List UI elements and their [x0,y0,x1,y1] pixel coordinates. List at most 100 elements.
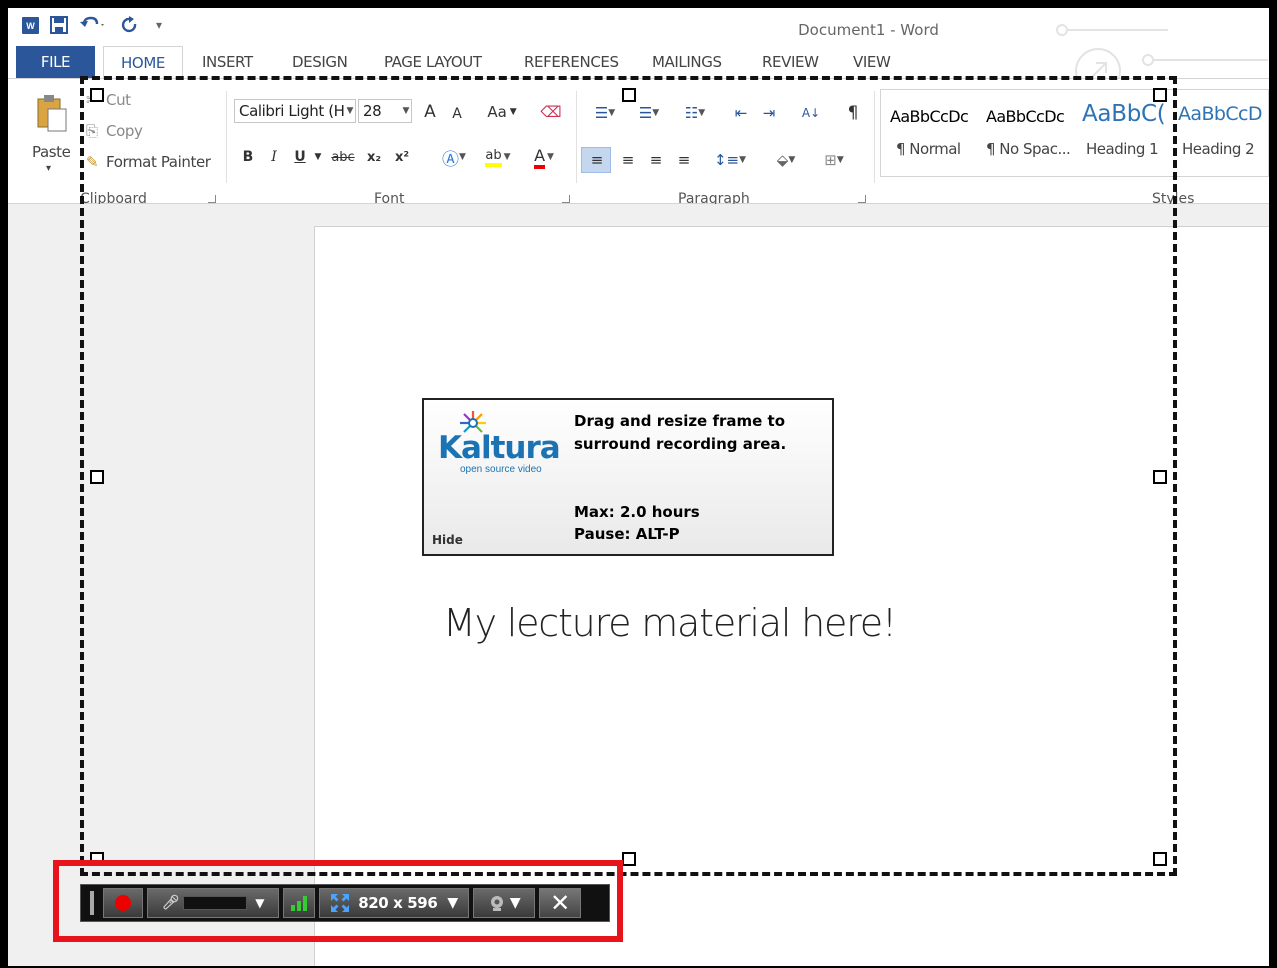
separator [874,91,875,183]
style-no-spacing-name: ¶ No Spac... [986,140,1071,158]
line-spacing-icon[interactable]: ↕≡ ▼ [708,147,752,173]
microphone-icon: 🎤︎ [161,895,180,911]
kaltura-info-panel: Kaltura open source video Drag and resiz… [422,398,834,556]
ribbon-tabs: FILE HOME INSERT DESIGN PAGE LAYOUT REFE… [8,46,1269,78]
clipboard-launcher-icon[interactable] [208,195,216,203]
resize-handle-bottom-right[interactable] [1153,852,1167,866]
chevron-down-icon: ▼ [509,107,517,117]
justify-icon[interactable]: ≡ [670,147,698,173]
title-bar: W ▾ Document1 - Word [8,8,1269,86]
document-page[interactable]: My lecture material here! [314,226,1269,966]
chevron-down-icon: ▼ [402,106,409,116]
close-icon: ✕ [550,889,570,917]
style-heading1-preview[interactable]: AaBbC( [1082,101,1166,127]
microphone-select[interactable]: 🎤︎ ▼ [147,888,279,918]
hide-link[interactable]: Hide [432,533,463,547]
chevron-down-icon: ▼ [346,106,353,116]
sort-icon[interactable]: A↓ [798,101,824,125]
superscript-button[interactable]: x² [390,145,414,169]
format-painter-icon: ✎ [86,153,99,171]
webcam-select[interactable]: ▼ [473,888,535,918]
grip-icon [90,891,94,915]
separator [226,91,227,183]
copy-icon: ⎘ [86,122,98,140]
separator [576,91,577,183]
strikethrough-button[interactable]: abc [328,145,358,169]
instructions-line-2: surround recording area. [574,435,787,453]
underline-button[interactable]: U [290,145,310,169]
chevron-down-icon: ▼ [255,896,265,910]
clear-formatting-icon[interactable]: ⌫ [538,99,564,125]
drag-grip-handle[interactable] [85,888,99,918]
paste-icon[interactable] [36,93,68,133]
change-case-label: Aa [487,103,507,121]
resize-handle-top[interactable] [622,88,636,102]
change-case-button[interactable]: Aa ▼ [482,99,522,125]
font-name-combo[interactable]: Calibri Light (H ▼ [234,99,356,123]
document-area: My lecture material here! [8,204,1269,966]
cut-button[interactable]: Cut [106,91,131,109]
numbering-icon[interactable]: ☰ ▼ [628,101,670,125]
record-button[interactable] [103,888,143,918]
align-right-icon[interactable]: ≡ [642,147,670,173]
highlight-color-icon[interactable]: ab ▼ [478,145,518,169]
max-duration: Max: 2.0 hours [574,503,700,521]
recording-size-select[interactable]: 820 x 596 ▼ [319,888,469,918]
tab-view[interactable]: VIEW [853,46,891,78]
tab-home[interactable]: HOME [103,46,183,78]
chevron-down-icon: ▼ [447,895,458,911]
paragraph-launcher-icon[interactable] [858,195,866,203]
tab-mailings[interactable]: MAILINGS [652,46,722,78]
align-left-icon: ≡ [590,151,604,169]
resize-handle-right[interactable] [1153,470,1167,484]
underline-dropdown-icon[interactable]: ▼ [312,145,324,169]
style-normal-preview[interactable]: AaBbCcDc [890,107,969,126]
font-launcher-icon[interactable] [562,195,570,203]
italic-button[interactable]: I [264,145,284,169]
resize-handle-top-left[interactable] [90,88,104,102]
resize-handle-bottom[interactable] [622,852,636,866]
resize-handle-top-right[interactable] [1153,88,1167,102]
style-no-spacing-preview[interactable]: AaBbCcDc [986,107,1065,126]
subscript-button[interactable]: x₂ [362,145,386,169]
close-recorder-button[interactable]: ✕ [539,888,581,918]
font-size-combo[interactable]: 28 ▼ [358,99,412,123]
align-center-icon[interactable]: ≡ [614,147,642,173]
format-painter-button[interactable]: Format Painter [106,153,211,171]
tab-references[interactable]: REFERENCES [524,46,619,78]
kaltura-tagline: open source video [460,464,542,475]
style-heading2-preview[interactable]: AaBbCcD [1178,103,1269,125]
paste-button[interactable]: Paste [32,143,71,161]
tab-design[interactable]: DESIGN [292,46,348,78]
style-heading1-name: Heading 1 [1086,140,1159,158]
borders-icon[interactable]: ⊞ ▼ [812,147,856,173]
document-body-text[interactable]: My lecture material here! [443,601,897,645]
audio-level-meter [183,896,248,910]
webcam-icon [490,896,503,911]
font-color-icon[interactable]: A ▼ [524,145,564,169]
grow-font-button[interactable]: A [418,99,442,125]
tab-insert[interactable]: INSERT [202,46,253,78]
ribbon: Paste ▾ ✂ Cut ⎘ Copy ✎ Format Painter Cl… [8,78,1269,207]
copy-button[interactable]: Copy [106,122,143,140]
decrease-indent-icon[interactable]: ⇤ [728,101,754,125]
recorder-toolbar: 🎤︎ ▼ 820 x 596 ▼ ▼ ✕ [80,884,610,922]
increase-indent-icon[interactable]: ⇥ [756,101,782,125]
show-formatting-icon[interactable]: ¶ [840,101,866,125]
font-name-value: Calibri Light (H [239,102,345,120]
resize-icon [331,894,350,912]
bold-button[interactable]: B [238,145,258,169]
multilevel-list-icon[interactable]: ☷ ▼ [674,101,716,125]
bullets-icon[interactable]: ☰ ▼ [584,101,626,125]
resize-handle-left[interactable] [90,470,104,484]
tab-file[interactable]: FILE [16,46,95,78]
shrink-font-button[interactable]: A [446,101,468,127]
pause-shortcut: Pause: ALT-P [574,525,680,543]
chevron-down-icon: ▼ [509,895,521,911]
shading-icon[interactable]: ⬙ ▼ [764,147,808,173]
tab-review[interactable]: REVIEW [762,46,819,78]
text-effects-icon[interactable]: Ⓐ ▼ [436,145,472,170]
audio-level-icon[interactable] [283,888,315,918]
paste-dropdown-icon[interactable]: ▾ [46,163,51,174]
tab-page-layout[interactable]: PAGE LAYOUT [384,46,482,78]
